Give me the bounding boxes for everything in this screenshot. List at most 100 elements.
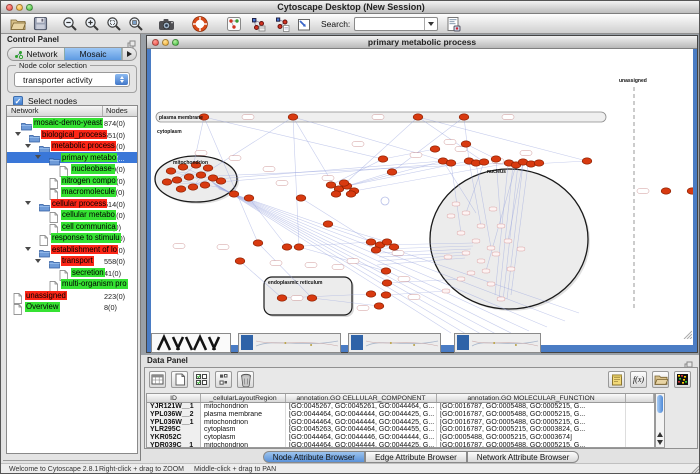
table-column-header[interactable]: annotation.GO MOLECULAR_FUNCTION <box>437 394 626 402</box>
report-icon[interactable] <box>444 15 462 33</box>
tree-row[interactable]: cellular metabo209(0) <box>7 209 137 221</box>
tree-row[interactable]: unassigned223(0) <box>7 290 137 302</box>
minimized-window-thumbnail[interactable] <box>151 333 231 353</box>
tab-network[interactable]: Network <box>8 48 64 60</box>
table-row[interactable]: YLR295Ccytoplasm[GO:0045263, GO:0044464,… <box>147 426 654 434</box>
resize-grip-icon[interactable] <box>682 326 692 344</box>
table-column-header[interactable]: ID <box>147 394 201 402</box>
tree-row[interactable]: establishment of lo558(0) <box>7 244 137 256</box>
import-network-icon[interactable] <box>295 15 313 33</box>
tree-row-label: cellular metabo <box>61 210 116 220</box>
attribute-browser-tabs: Node Attribute BrowserEdge Attribute Bro… <box>141 451 700 463</box>
network-frame-titlebar[interactable]: primary metabolic process <box>147 36 697 49</box>
create-attribute-icon[interactable] <box>171 371 188 388</box>
tab-edge-attribute-browser[interactable]: Edge Attribute Browser <box>365 451 467 463</box>
tree-row[interactable]: Overview8(0) <box>7 301 137 313</box>
heatmap-view-icon[interactable] <box>674 371 691 388</box>
search-input[interactable] <box>354 17 438 31</box>
tree-rows: mosaic-demo-yeast874(0)biological_proces… <box>7 117 137 313</box>
network-canvas[interactable]: plasma membranecytoplasmmitochondrionnuc… <box>151 49 693 345</box>
disclosure-triangle-icon[interactable] <box>35 259 41 263</box>
tree-row[interactable]: secretion41(0) <box>7 267 137 279</box>
table-row[interactable]: YPL036W__1mitochondrion[GO:0044464, GO:0… <box>147 419 654 427</box>
table-column-header[interactable]: _cellularLayoutRegion <box>201 394 286 402</box>
minimized-window-thumbnail[interactable] <box>238 333 341 353</box>
edit-network-icon[interactable] <box>273 15 291 33</box>
tree-row-label: nucleobase- <box>71 164 115 174</box>
window-resize-grip-icon[interactable] <box>689 464 699 474</box>
import-attributes-icon[interactable] <box>652 371 669 388</box>
table-cell: [GO:0016787, GO:0005215, GO:0003824, G..… <box>437 426 626 434</box>
control-panel-title: Control Panel <box>7 35 59 44</box>
table-cell: [GO:0016787, GO:0005488, GO:0005215, G..… <box>437 411 626 419</box>
scrollbar-thumb[interactable] <box>657 395 663 413</box>
tree-row[interactable]: cell communica22(0) <box>7 221 137 233</box>
region-label: endoplasmic reticulum <box>268 280 323 286</box>
tree-column-nodes[interactable]: Nodes <box>103 106 137 116</box>
data-panel-title: Data Panel <box>147 356 188 365</box>
zoom-out-icon[interactable] <box>61 15 79 33</box>
help-lifering-icon[interactable] <box>191 15 209 33</box>
table-column-header[interactable]: annotation.GO CELLULAR_COMPONENT <box>286 394 437 402</box>
tree-row[interactable]: biological_process651(0) <box>7 129 137 141</box>
node-color-selection-label: Node color selection <box>16 61 90 70</box>
tab-mosaic[interactable]: Mosaic <box>64 48 122 60</box>
attribute-matrix-icon[interactable] <box>215 371 232 388</box>
tree-row[interactable]: multi-organism pro42(0) <box>7 278 137 290</box>
more-tabs-button[interactable] <box>122 48 136 60</box>
table-scrollbar[interactable] <box>655 393 665 448</box>
tree-row[interactable]: nucleobase-209(0) <box>7 163 137 175</box>
tab-network-attribute-browser[interactable]: Network Attribute Browser <box>467 451 579 463</box>
graph-nodes-layer[interactable] <box>162 114 693 309</box>
delete-attribute-icon[interactable] <box>237 371 254 388</box>
tree-column-network[interactable]: Network <box>7 106 103 116</box>
scroll-up-icon[interactable] <box>656 430 664 438</box>
tree-row[interactable]: primary metabo209(... <box>7 152 137 164</box>
table-row[interactable]: YKR052Ccytoplasm[GO:0044464, GO:0044446,… <box>147 434 654 442</box>
disclosure-triangle-icon[interactable] <box>15 132 21 136</box>
select-attributes-icon[interactable] <box>149 371 166 388</box>
tree-row-count: 874(0) <box>104 119 125 128</box>
tree-row[interactable]: response to stimulu264(0) <box>7 232 137 244</box>
tree-row[interactable]: cellular process614(0) <box>7 198 137 210</box>
disclosure-triangle-icon[interactable] <box>25 144 31 148</box>
zoom-selected-icon[interactable] <box>105 15 123 33</box>
attribute-editor-icon[interactable] <box>608 371 625 388</box>
annotation-tool-icon[interactable] <box>225 15 243 33</box>
minimized-window-thumbnail[interactable] <box>454 333 541 353</box>
vizmapper-network-icon[interactable] <box>249 15 267 33</box>
snapshot-camera-icon[interactable] <box>157 15 175 33</box>
file-icon <box>13 302 22 320</box>
zoom-in-icon[interactable] <box>83 15 101 33</box>
table-cell: [GO:0016787, GO:0005488, GO:0005215, G..… <box>437 403 626 411</box>
table-cell: [GO:0044464, GO:0044444, GO:0044425, G..… <box>286 419 437 427</box>
minimized-window-thumbnail[interactable] <box>348 333 441 353</box>
disclosure-triangle-icon[interactable] <box>25 247 31 251</box>
save-icon[interactable] <box>31 15 49 33</box>
attribute-table-body: YJR121W__1mitochondrion[GO:0045267, GO:0… <box>147 403 654 448</box>
tree-row-label: nitrogen compo <box>61 176 117 186</box>
tree-row[interactable]: mosaic-demo-yeast874(0) <box>7 117 137 129</box>
attribute-toolbar-right: f(x) <box>608 371 691 388</box>
table-cell: [GO:0016787, GO:0005488, GO:0005215, G..… <box>437 419 626 427</box>
tree-row[interactable]: macromolecule311(0) <box>7 186 137 198</box>
tree-row[interactable]: transport558(0) <box>7 255 137 267</box>
tree-row-label: secretion <box>71 268 105 278</box>
disclosure-triangle-icon[interactable] <box>35 155 41 159</box>
tab-node-attribute-browser[interactable]: Node Attribute Browser <box>263 451 365 463</box>
main-toolbar: Search: <box>1 14 700 34</box>
function-builder-icon[interactable]: f(x) <box>630 371 647 388</box>
scroll-down-icon[interactable] <box>656 438 664 446</box>
disclosure-triangle-icon[interactable] <box>25 201 31 205</box>
attribute-batch-editor-icon[interactable] <box>193 371 210 388</box>
node-color-dropdown[interactable]: transporter activity <box>14 72 130 87</box>
table-row[interactable]: YPL036W__2plasma membrane[GO:0044464, GO… <box>147 411 654 419</box>
tree-row[interactable]: nitrogen compo209(0) <box>7 175 137 187</box>
network-graph[interactable]: plasma membranecytoplasmmitochondrionnuc… <box>151 49 693 345</box>
table-row[interactable]: YDR039C__1mitochondrion[GO:0044464, GO:0… <box>147 442 654 448</box>
zoom-fit-icon[interactable] <box>127 15 145 33</box>
tree-row[interactable]: metabolic process280(0) <box>7 140 137 152</box>
search-dropdown-icon[interactable] <box>424 18 437 30</box>
open-file-icon[interactable] <box>9 15 27 33</box>
table-row[interactable]: YJR121W__1mitochondrion[GO:0045267, GO:0… <box>147 403 654 411</box>
